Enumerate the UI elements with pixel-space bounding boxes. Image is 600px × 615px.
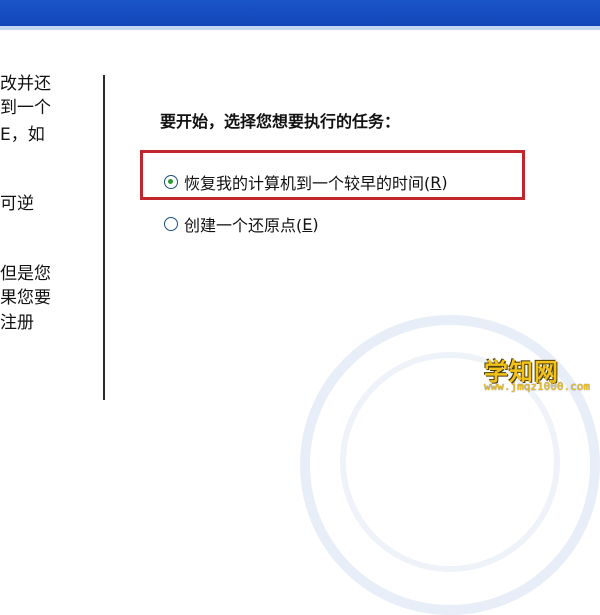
window-title-bar <box>0 0 600 26</box>
left-text-line: 可逆 <box>0 194 34 214</box>
left-text-line: 到一个 <box>0 98 51 118</box>
radio-checked-icon[interactable] <box>164 175 178 189</box>
option-label-suffix: ) <box>312 214 319 234</box>
site-url: www.jmqz1000.com <box>484 380 590 393</box>
pane-divider <box>103 75 105 400</box>
accesskey-letter: R <box>430 172 442 192</box>
left-text-line: E，如 <box>0 125 45 145</box>
left-text-line: 注册 <box>0 313 34 333</box>
radio-unchecked-icon[interactable] <box>164 217 178 231</box>
option-label-suffix: ) <box>441 172 448 192</box>
accesskey-letter: E <box>302 214 313 234</box>
task-prompt: 要开始，选择您想要执行的任务： <box>160 112 401 131</box>
left-text-line: 果您要 <box>0 288 51 308</box>
option-restore-earlier-time[interactable]: 恢复我的计算机到一个较早的时间(R) <box>164 170 448 194</box>
site-logo: 学知网 www.jmqz1000.com <box>484 352 594 396</box>
option-label: 恢复我的计算机到一个较早的时间( <box>184 174 431 193</box>
left-text-line: 改并还 <box>0 74 51 94</box>
left-text-line: 但是您 <box>0 264 51 284</box>
left-description-pane: 改并还 到一个 E，如 可逆 但是您 果您要 注册 <box>0 30 104 400</box>
option-label: 创建一个还原点( <box>184 216 303 235</box>
option-create-restore-point[interactable]: 创建一个还原点(E) <box>164 212 319 236</box>
